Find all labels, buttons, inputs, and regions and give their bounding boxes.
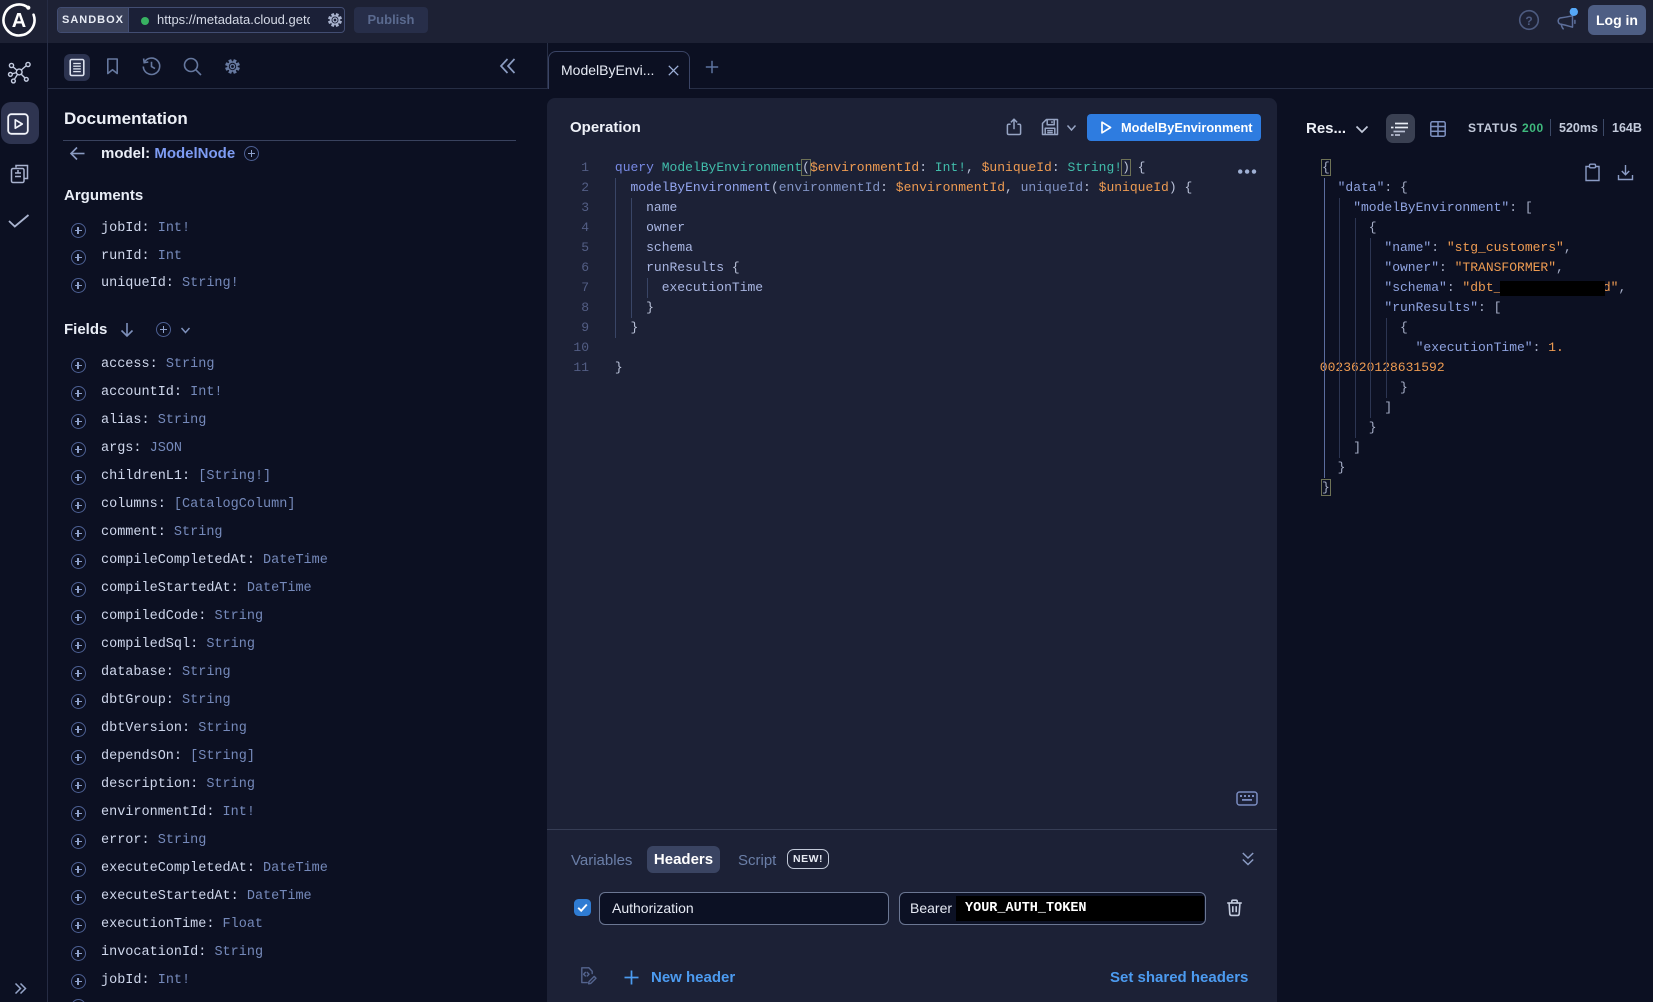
- svg-text:?: ?: [1525, 14, 1532, 28]
